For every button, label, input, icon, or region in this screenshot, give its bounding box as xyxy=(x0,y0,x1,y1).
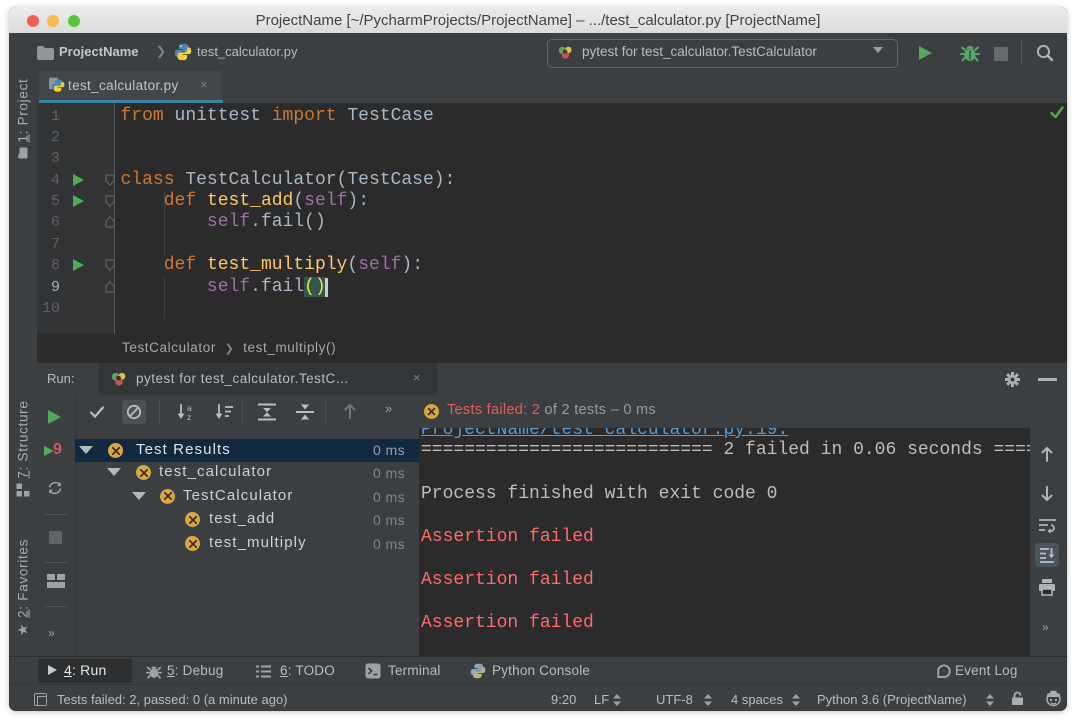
svg-text:z: z xyxy=(187,412,191,421)
